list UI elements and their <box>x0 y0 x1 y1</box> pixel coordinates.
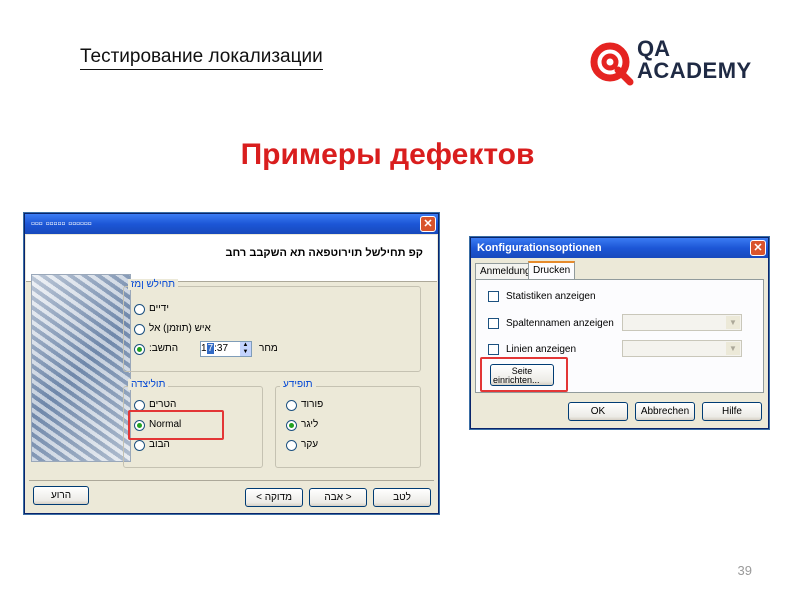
group-send-time: תחילש ןמז ידיים איש (תוזמן) אל התשב: 17:… <box>123 279 421 372</box>
slide-header-title: Тестирование локализации <box>80 46 323 70</box>
hebrew-dialog-titlebar[interactable]: ▫▫▫ ▫▫▫▫▫ ▫▫▫▫▫▫ ✕ <box>25 214 438 234</box>
radio-format-0-label: פורוד <box>301 399 324 410</box>
group-priority-label: תוליצדה <box>128 379 169 390</box>
slide-heading: Примеры дефектов <box>240 138 535 171</box>
logo-academy-text: ACADEMY <box>637 58 752 83</box>
checkbox-linien[interactable] <box>488 344 499 355</box>
time-prefix: 1 <box>201 343 207 354</box>
tab-drucken[interactable]: Drucken <box>528 261 576 279</box>
cancel-button-german[interactable]: Abbrechen <box>635 402 695 421</box>
page-number: 39 <box>737 563 752 578</box>
checkbox-spaltennamen[interactable] <box>488 318 499 329</box>
hebrew-dialog-window: ▫▫▫ ▫▫▫▫▫ ▫▫▫▫▫▫ ✕ קפ תחילשל תוירוטפאה ת… <box>24 213 439 514</box>
tab-anmeldung[interactable]: Anmeldung <box>475 263 536 279</box>
german-dialog-close-icon[interactable]: ✕ <box>750 240 766 256</box>
radio-when-1[interactable] <box>134 324 145 335</box>
time-input[interactable]: 17:37 ▲ ▼ <box>200 341 252 357</box>
chevron-down-icon: ▼ <box>726 316 740 329</box>
radio-priority-2-label: הבוב <box>149 439 170 450</box>
time-spin-icon[interactable]: ▲ ▼ <box>240 342 251 356</box>
radio-when-0[interactable] <box>134 304 145 315</box>
hebrew-dialog-close-icon[interactable]: ✕ <box>420 216 436 232</box>
qa-academy-logo-icon <box>590 42 634 86</box>
group-format-label: תופידע <box>280 379 316 390</box>
german-dialog-title: Konfigurationsoptionen <box>477 242 602 254</box>
spaltennamen-combo[interactable]: ▼ <box>622 314 742 331</box>
ok-button-german[interactable]: OK <box>568 402 628 421</box>
checkbox-linien-label: Linien anzeigen <box>506 344 577 355</box>
radio-when-2[interactable] <box>134 344 145 355</box>
checkbox-statistiken-label: Statistiken anzeigen <box>506 291 596 302</box>
wizard-side-image <box>31 274 131 462</box>
checkbox-spaltennamen-label: Spaltennamen anzeigen <box>506 318 614 329</box>
group-format: תופידע פורוד ליגר עקר <box>275 379 421 468</box>
radio-when-2-label: התשב: <box>149 343 179 354</box>
time-suffix-label: מחר <box>259 343 278 354</box>
back-button-hebrew[interactable]: < מדוקה <box>245 488 303 507</box>
next-button-hebrew[interactable]: אבה > <box>309 488 367 507</box>
help-button-german[interactable]: Hilfe <box>702 402 762 421</box>
logo-qa-text: QA <box>637 36 670 61</box>
radio-when-0-label: ידיים <box>149 303 169 314</box>
german-dialog-window: Konfigurationsoptionen ✕ Anmeldung Druck… <box>470 237 769 429</box>
logo-text: QA ACADEMY <box>637 38 752 82</box>
radio-when-1-label: איש (תוזמן) אל <box>149 323 211 334</box>
hebrew-dialog-title: ▫▫▫ ▫▫▫▫▫ ▫▫▫▫▫▫ <box>31 218 92 230</box>
linien-combo[interactable]: ▼ <box>622 340 742 357</box>
help-button-hebrew[interactable]: הרוע <box>33 486 89 505</box>
radio-format-2-label: עקר <box>301 439 319 450</box>
checkbox-statistiken[interactable] <box>488 291 499 302</box>
button-separator <box>29 480 434 481</box>
time-rest: :37 <box>214 343 229 354</box>
cancel-button-hebrew[interactable]: לטב <box>373 488 431 507</box>
drucken-tab-panel: Statistiken anzeigen Spaltennamen anzeig… <box>475 279 764 393</box>
defect-highlight-page-setup <box>480 357 568 392</box>
radio-format-1-label: ליגר <box>301 419 319 430</box>
hebrew-dialog-header-text: קפ תחילשל תוירוטפאה תא השקבב רחב <box>225 247 423 259</box>
chevron-down-icon: ▼ <box>726 342 740 355</box>
radio-format-1[interactable] <box>286 420 297 431</box>
german-dialog-titlebar[interactable]: Konfigurationsoptionen ✕ <box>471 238 768 258</box>
radio-priority-0-label: הטרים <box>149 399 177 410</box>
radio-format-2[interactable] <box>286 440 297 451</box>
radio-format-0[interactable] <box>286 400 297 411</box>
group-send-time-label: תחילש ןמז <box>128 279 179 290</box>
defect-highlight-normal <box>128 410 224 440</box>
radio-priority-2[interactable] <box>134 440 145 451</box>
time-selected-digit: 7 <box>206 343 215 354</box>
